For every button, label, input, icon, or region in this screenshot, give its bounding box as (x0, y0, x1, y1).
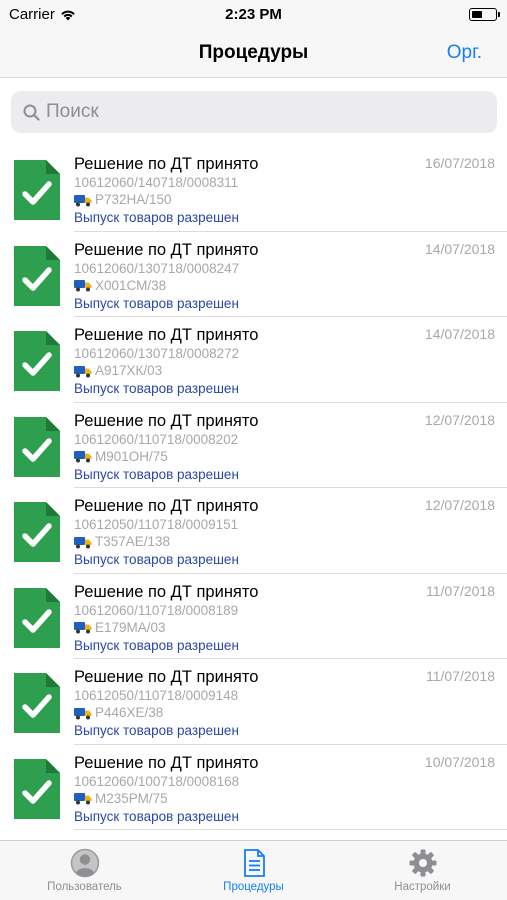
list-item[interactable]: Решение по ДТ принято 10612060/130718/00… (0, 232, 507, 317)
release-status: Выпуск товаров разрешен (74, 723, 239, 738)
release-status: Выпуск товаров разрешен (74, 808, 239, 824)
vehicle-info: М235РМ/75 (74, 790, 497, 808)
status-time: 2:23 PM (225, 6, 282, 23)
vehicle-plate: Е179МА/03 (95, 619, 166, 635)
item-date: 12/07/2018 (424, 497, 495, 513)
user-icon (70, 848, 99, 878)
list-item[interactable]: Решение по ДТ принято 10612050/110718/00… (0, 659, 507, 745)
vehicle-info: Х001СМ/38 (74, 277, 497, 295)
vehicle-info: Р446ХЕ/38 (74, 704, 497, 722)
vehicle-plate: М235РМ/75 (95, 790, 168, 806)
declaration-number: 10612050/110718/0009151 (74, 517, 239, 532)
org-button[interactable]: Орг. (447, 42, 482, 64)
declaration-number: 10612060/130718/0008272 (74, 346, 240, 361)
page-title: Процедуры (198, 42, 309, 63)
document-approved-icon (14, 160, 60, 220)
truck-icon (74, 194, 92, 206)
tab-label: Настройки (394, 881, 451, 893)
procedures-list: Решение по ДТ принято 10612060/140718/00… (0, 146, 507, 830)
document-approved-icon (14, 587, 60, 648)
tab-settings[interactable]: Настройки (338, 841, 507, 900)
search-icon (23, 104, 40, 121)
list-item[interactable]: Решение по ДТ принято 10612060/140718/00… (0, 146, 507, 232)
item-date: 11/07/2018 (425, 582, 495, 599)
declaration-number: 10612060/110718/0008189 (74, 602, 239, 618)
list-item[interactable]: Решение по ДТ принято 10612060/110718/00… (0, 403, 507, 488)
truck-icon (74, 793, 92, 805)
document-approved-icon (14, 331, 60, 391)
tab-user[interactable]: Пользователь (0, 841, 169, 900)
gear-icon (409, 849, 436, 877)
truck-icon (74, 622, 92, 634)
item-date: 14/07/2018 (424, 240, 495, 257)
list-item[interactable]: Решение по ДТ принято 10612050/110718/00… (0, 488, 507, 574)
tab-label: Пользователь (47, 881, 122, 893)
release-status: Выпуск товаров разрешен (74, 466, 239, 482)
release-status: Выпуск товаров разрешен (74, 637, 239, 653)
document-icon (243, 849, 265, 877)
declaration-number: 10612060/100718/0008168 (74, 773, 240, 789)
vehicle-info: Т357АЕ/138 (74, 533, 497, 551)
vehicle-plate: Р732НА/150 (95, 192, 172, 207)
declaration-number: 10612060/130718/0008247 (74, 260, 240, 276)
vehicle-plate: Т357АЕ/138 (95, 534, 171, 549)
vehicle-plate: А917ХК/03 (95, 363, 163, 378)
tab-bar: Пользователь Процедуры Настройки (0, 840, 507, 900)
document-approved-icon (14, 245, 60, 306)
release-status: Выпуск товаров разрешен (74, 552, 239, 567)
tab-procedures[interactable]: Процедуры (169, 841, 338, 900)
navigation-bar: Процедуры Орг. (0, 30, 507, 78)
vehicle-plate: М901ОН/75 (95, 448, 168, 464)
truck-icon (74, 536, 92, 548)
release-status: Выпуск товаров разрешен (74, 295, 239, 311)
item-date: 11/07/2018 (425, 668, 495, 684)
search-placeholder: Поиск (46, 101, 99, 122)
list-item[interactable]: Решение по ДТ принято 10612060/110718/00… (0, 574, 507, 659)
truck-icon (74, 707, 92, 719)
truck-icon (74, 451, 92, 463)
vehicle-plate: Х001СМ/38 (95, 277, 167, 293)
truck-icon (74, 365, 92, 377)
document-approved-icon (14, 758, 60, 819)
list-item[interactable]: Решение по ДТ принято 10612060/100718/00… (0, 745, 507, 830)
document-approved-icon (14, 673, 60, 733)
row-divider (74, 829, 507, 830)
item-date: 14/07/2018 (424, 326, 495, 342)
item-date: 10/07/2018 (424, 753, 495, 770)
status-bar: Carrier 2:23 PM (0, 0, 507, 30)
declaration-number: 10612060/140718/0008311 (74, 175, 239, 190)
release-status: Выпуск товаров разрешен (74, 210, 239, 225)
search-area: Поиск (0, 78, 507, 146)
declaration-number: 10612050/110718/0009148 (74, 688, 239, 703)
vehicle-info: А917ХК/03 (74, 362, 497, 380)
release-status: Выпуск товаров разрешен (74, 381, 239, 396)
vehicle-plate: Р446ХЕ/38 (95, 705, 164, 720)
tab-label: Процедуры (223, 881, 284, 893)
list-item[interactable]: Решение по ДТ принято 10612060/130718/00… (0, 317, 507, 403)
battery-icon (469, 8, 500, 21)
truck-icon (74, 280, 92, 292)
vehicle-info: Е179МА/03 (74, 619, 497, 637)
vehicle-info: М901ОН/75 (74, 448, 497, 466)
declaration-number: 10612060/110718/0008202 (74, 431, 239, 447)
document-approved-icon (14, 502, 60, 562)
document-approved-icon (14, 416, 60, 477)
item-date: 16/07/2018 (424, 155, 495, 171)
search-input[interactable]: Поиск (11, 91, 497, 133)
vehicle-info: Р732НА/150 (74, 191, 497, 209)
item-date: 12/07/2018 (424, 411, 495, 428)
